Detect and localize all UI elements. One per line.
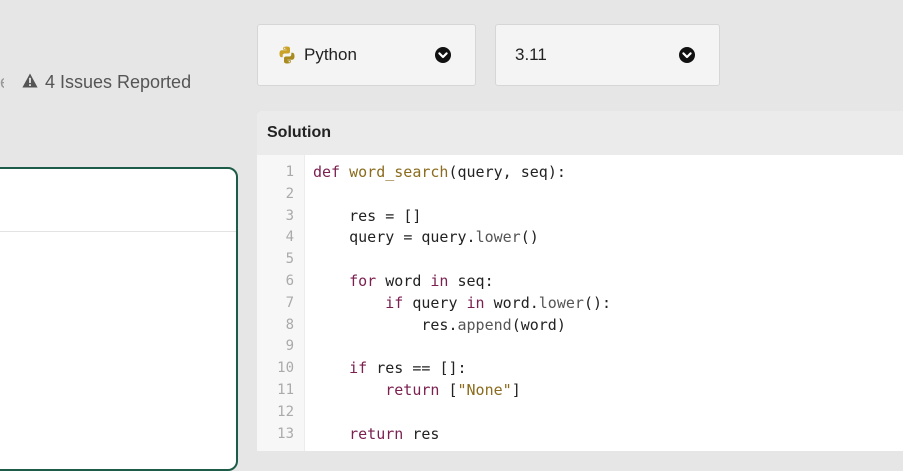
code-line[interactable] — [313, 336, 611, 358]
code-area[interactable]: def word_search(query, seq): res = [] qu… — [305, 155, 611, 451]
code-line[interactable]: query = query.lower() — [313, 227, 611, 249]
solution-panel: Solution 1 2 3 4 5 6 7 8 9 10 11 12 13 def word_sear… — [257, 111, 903, 451]
line-number-gutter: 1 2 3 4 5 6 7 8 9 10 11 12 13 — [257, 155, 305, 451]
line-number: 11 — [277, 381, 294, 398]
line-number: 2 — [285, 185, 294, 202]
code-editor[interactable]: 1 2 3 4 5 6 7 8 9 10 11 12 13 def word_search(query,… — [257, 155, 903, 451]
line-number: 12 — [277, 403, 294, 420]
code-line[interactable]: if res == []: — [313, 358, 611, 380]
chevron-down-icon — [679, 47, 695, 68]
issues-indicator[interactable]: e 4 Issues Reported — [0, 70, 191, 94]
truncated-text: e — [0, 72, 4, 93]
code-line[interactable]: if query in word.lower(): — [313, 293, 611, 315]
code-line[interactable]: res = [] — [313, 206, 611, 228]
line-number: 10 — [277, 360, 294, 377]
solution-title: Solution — [267, 124, 331, 141]
code-line[interactable] — [313, 184, 611, 206]
line-number: 8 — [285, 316, 294, 333]
code-line[interactable]: return ["None"] — [313, 380, 611, 402]
language-value: Python — [304, 45, 357, 64]
line-number: 5 — [285, 251, 294, 268]
line-number: 1 — [285, 164, 294, 180]
chevron-down-icon — [435, 47, 451, 68]
solution-header: Solution — [257, 111, 903, 155]
version-select[interactable]: 3.11 — [495, 24, 720, 86]
version-value: 3.11 — [515, 45, 547, 64]
divider — [0, 231, 236, 232]
code-line[interactable]: return res — [313, 424, 611, 446]
line-number: 7 — [285, 294, 294, 311]
line-number: 6 — [285, 272, 294, 289]
left-panel-card — [0, 167, 238, 471]
line-number: 3 — [285, 207, 294, 224]
issues-label: 4 Issues Reported — [45, 71, 192, 92]
language-select[interactable]: Python — [257, 24, 476, 86]
line-number: 9 — [285, 338, 294, 355]
python-icon — [278, 46, 296, 64]
code-line[interactable]: for word in seq: — [313, 271, 611, 293]
line-number: 13 — [277, 425, 294, 442]
code-line[interactable]: def word_search(query, seq): — [313, 162, 611, 184]
code-line[interactable] — [313, 402, 611, 424]
code-line[interactable] — [313, 249, 611, 271]
warning-icon — [22, 72, 45, 93]
line-number: 4 — [285, 229, 294, 246]
code-line[interactable]: res.append(word) — [313, 315, 611, 337]
